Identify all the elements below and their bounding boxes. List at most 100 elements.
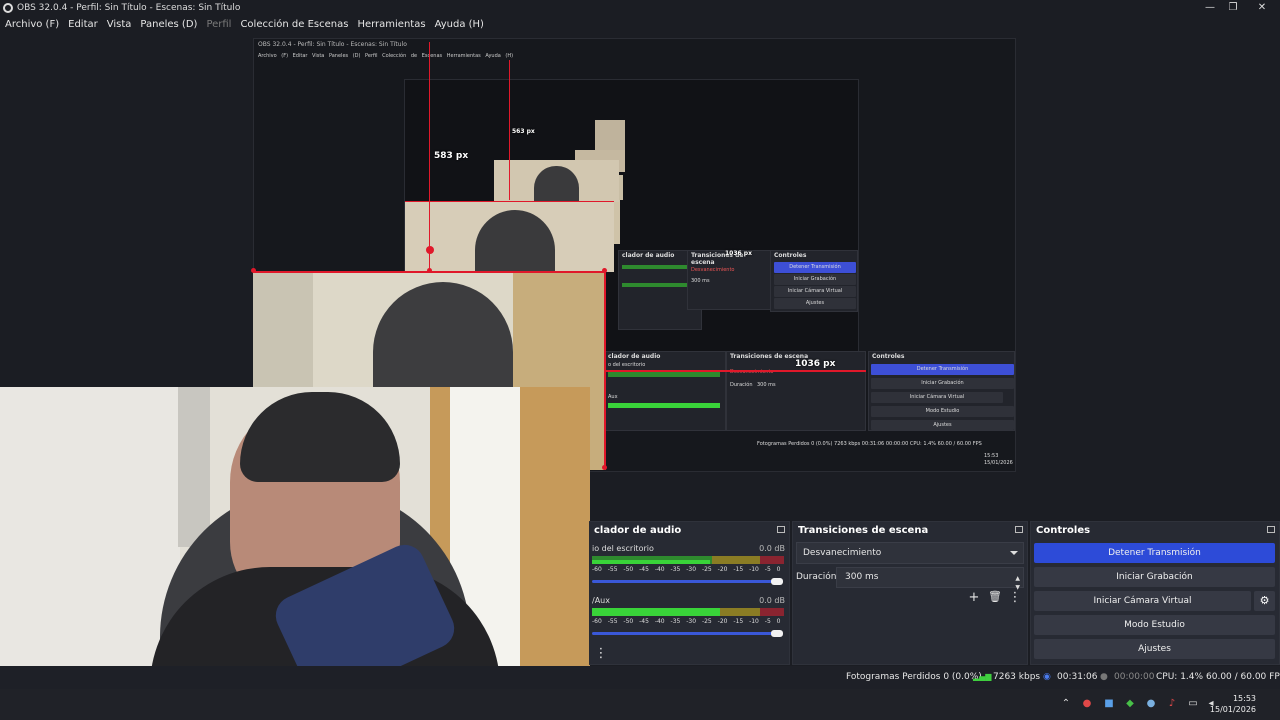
menu-perfil[interactable]: Perfil (206, 19, 231, 30)
nested-controls-dock: Controles Detener Transmisión Iniciar Gr… (770, 250, 858, 312)
nested-duration-label: Duración (730, 382, 753, 388)
nested-meter (622, 283, 692, 287)
add-transition-icon[interactable]: + (967, 590, 981, 605)
gear-icon[interactable]: ⚙ (1254, 591, 1275, 611)
menu-vista[interactable]: Vista (107, 19, 132, 30)
nested-transitions-dock: Transiciones de escena Desvanecimiento 3… (687, 250, 771, 310)
menu-archivo[interactable]: Archivo (F) (5, 19, 59, 30)
selection-handle[interactable] (426, 246, 434, 254)
volume-slider-knob[interactable] (771, 630, 783, 637)
nested-controls-dock: Controles Detener Transmisión Iniciar Gr… (868, 351, 1015, 431)
dropped-frames: Fotogramas Perdidos 0 (0.0%) (846, 672, 982, 682)
duration-value: 300 ms (845, 572, 879, 582)
camera-source-tiny[interactable] (494, 160, 619, 202)
nested-studio-button: Modo Estudio (871, 406, 1014, 417)
audio-mixer-dock: clador de audio io del escritorio 0.0 dB… (589, 521, 790, 665)
record-time: 00:00:00 (1114, 672, 1155, 682)
settings-button[interactable]: Ajustes (1034, 639, 1275, 659)
nested-controls-title: Controles (872, 353, 905, 360)
volume-slider-knob[interactable] (771, 578, 783, 585)
microphone-icon[interactable]: ♪ (1166, 698, 1178, 710)
title-bar: OBS 32.0.4 - Perfil: Sin Título - Escena… (0, 0, 1280, 15)
menu-editar[interactable]: Editar (68, 19, 98, 30)
mixer-menu-icon[interactable]: ⋮ (594, 646, 608, 661)
transitions-title-text: Transiciones de escena (798, 524, 929, 536)
start-recording-button[interactable]: Iniciar Grabación (1034, 567, 1275, 587)
guide-line (606, 370, 866, 372)
nested-clock-date: 15/01/2026 (984, 460, 1013, 466)
undock-icon[interactable] (777, 526, 785, 533)
nested-settings-button: Ajustes (871, 420, 1014, 430)
app-tray-icon[interactable]: ◆ (1124, 698, 1136, 710)
undock-icon[interactable] (1015, 526, 1023, 533)
app-tray-icon[interactable]: ● (1081, 698, 1093, 710)
transition-select[interactable]: Desvanecimiento (796, 542, 1024, 564)
taskbar-clock[interactable]: 15:53 15/01/2026 (1210, 693, 1256, 715)
volume-meter (592, 556, 784, 564)
steam-icon[interactable]: ● (1145, 698, 1157, 710)
nested-duration-value: 300 ms (757, 382, 776, 388)
channel-name: /Aux (592, 596, 610, 605)
taskbar: ⌃ ● ■ ◆ ● ♪ ▭ ◂ 15:53 15/01/2026 (0, 689, 1280, 720)
nested-record-button: Iniciar Grabación (871, 378, 1014, 389)
channel-db: 0.0 dB (759, 544, 785, 553)
network-icon[interactable]: ▭ (1187, 698, 1199, 710)
app-tray-icon[interactable]: ■ (1103, 698, 1115, 710)
status-bar: Fotogramas Perdidos 0 (0.0%) ▂▄▆ 7263 kb… (0, 666, 1280, 689)
nested-stop-button: Detener Transmisión (774, 262, 856, 273)
selection-handle[interactable] (251, 268, 256, 273)
nested-vcam-button: Iniciar Cámara Virtual (871, 392, 1003, 403)
nested-status-bar: Fotogramas Perdidos 0 (0.0%) 7263 kbps 0… (757, 441, 982, 447)
controls-title: Controles (1031, 522, 1279, 538)
guide-line (509, 60, 510, 200)
nested-desktop-audio: o del escritorio (608, 362, 646, 368)
volume-meter (592, 608, 784, 616)
clock-time: 15:53 (1232, 694, 1256, 703)
chevron-up-icon[interactable]: ⌃ (1060, 698, 1072, 710)
nested-mixer-title: clador de audio (608, 353, 661, 360)
start-virtual-camera-button[interactable]: Iniciar Cámara Virtual (1034, 591, 1251, 611)
obs-logo-icon (3, 2, 13, 13)
stream-time: 00:31:06 (1057, 672, 1098, 682)
cpu-usage: CPU: 1.4% (1156, 672, 1204, 682)
selection-handle[interactable] (602, 465, 607, 470)
nested-window-title: OBS 32.0.4 - Perfil: Sin Título - Escena… (258, 41, 407, 48)
close-button[interactable]: ✕ (1247, 0, 1277, 15)
window-title: OBS 32.0.4 - Perfil: Sin Título - Escena… (17, 2, 241, 13)
nested-camera-thumb (595, 120, 625, 150)
duration-label: Duración (796, 572, 837, 582)
nested-clock-time: 15:53 (984, 453, 999, 459)
nested-meter (608, 403, 720, 408)
volume-slider[interactable] (592, 580, 772, 583)
meter-ticks: -60 -55 -50 -45 -40 -35 -30 -25 -20 -15 … (592, 618, 781, 625)
menu-herramientas[interactable]: Herramientas (357, 19, 425, 30)
volume-slider[interactable] (592, 632, 772, 635)
nested-dimension-label: 1036 px (725, 250, 752, 257)
transitions-title: Transiciones de escena (793, 522, 1027, 538)
camera-source-small[interactable] (405, 202, 614, 272)
maximize-button[interactable]: ❐ (1218, 0, 1248, 15)
dimension-label-height-small: 563 px (512, 128, 535, 135)
signal-bars-icon: ▂▄▆ (973, 672, 992, 681)
selection-handle[interactable] (427, 268, 432, 273)
nested-fade-select: Desvanecimiento (691, 267, 735, 273)
controls-title-text: Controles (1036, 524, 1091, 536)
transition-menu-icon[interactable]: ⋮ (1008, 590, 1022, 605)
channel-name: io del escritorio (592, 544, 654, 553)
dimension-label-width: 1036 px (795, 359, 836, 369)
audio-mixer-title: clador de audio (589, 522, 789, 538)
studio-mode-button[interactable]: Modo Estudio (1034, 615, 1275, 635)
guide-line (429, 42, 430, 270)
clock-date: 15/01/2026 (1209, 705, 1256, 714)
menu-coleccion-escenas[interactable]: Colección de Escenas (240, 19, 348, 30)
nested-record-button: Iniciar Grabación (774, 274, 856, 285)
menu-paneles[interactable]: Paneles (D) (140, 19, 197, 30)
nested-stop-button: Detener Transmisión (871, 364, 1014, 375)
selection-border (405, 201, 614, 202)
menu-ayuda[interactable]: Ayuda (H) (435, 19, 484, 30)
duration-input[interactable]: 300 ms ▲ ▼ (836, 567, 1024, 591)
stop-streaming-button[interactable]: Detener Transmisión (1034, 543, 1275, 563)
undock-icon[interactable] (1267, 526, 1275, 533)
selection-handle[interactable] (602, 268, 607, 273)
trash-icon[interactable]: 🗑 (988, 590, 1002, 603)
